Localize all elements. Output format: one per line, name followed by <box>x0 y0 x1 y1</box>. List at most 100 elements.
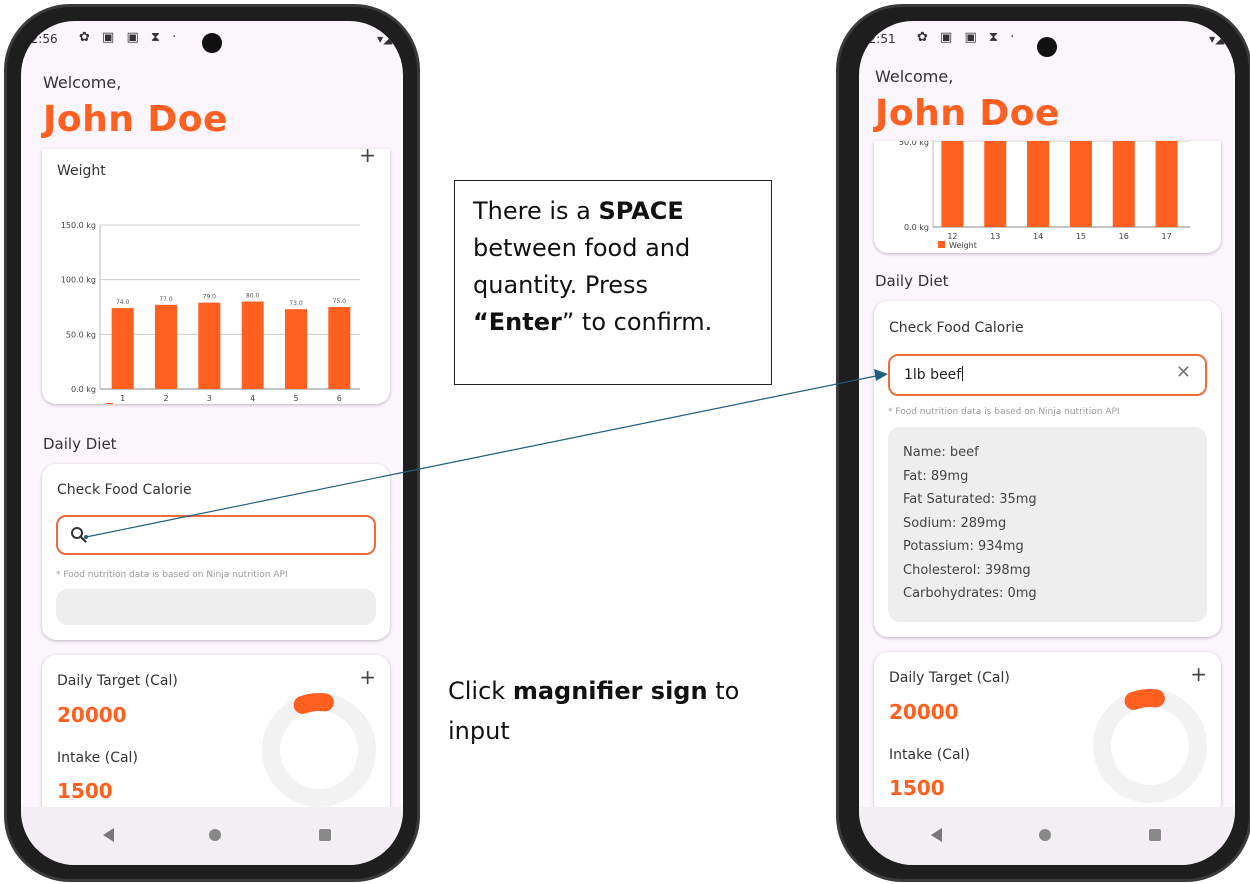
callout-bold-enter: Enter <box>488 308 562 336</box>
progress-ring-track <box>1093 689 1207 803</box>
food-search-input[interactable]: 1lb beef ✕ <box>888 354 1207 396</box>
intake-label: Intake (Cal) <box>889 747 970 763</box>
bar-value-label: 79.0 <box>203 294 217 301</box>
user-name: John Doe <box>875 93 1060 134</box>
y-tick-label: 50.0 kg <box>66 330 96 339</box>
weight-card: Weight + 150.0 kg 100.0 kg 50.0 kg 0.0 kg 74… <box>42 149 390 404</box>
right-phone-screen: 12:51 ✿ ▣ ▣ ⧗ · ▾◢▮ Welcome, John Doe 50… <box>859 21 1235 865</box>
daily-target-value: 20000 <box>889 700 959 724</box>
nutrition-result-box: Name: beef Fat: 89mg Fat Saturated: 35mg… <box>888 427 1207 622</box>
left-phone-screen: 12:56 ✿ ▣ ▣ ⧗ · ▾◢▮ Welcome, John Doe We… <box>21 21 403 865</box>
y-tick-label: 0.0 kg <box>904 223 929 232</box>
callout-quote-open: “ <box>473 308 489 336</box>
close-icon[interactable]: ✕ <box>1176 362 1191 383</box>
result-line: Fat Saturated: 35mg <box>903 492 1037 507</box>
home-icon[interactable] <box>209 829 221 841</box>
intake-value: 1500 <box>889 776 945 800</box>
search-icon[interactable] <box>70 526 88 544</box>
weight-chart: 50.0 kg 0.0 kg 12 13 14 15 16 17 Weight <box>899 141 1190 250</box>
weight-card: 50.0 kg 0.0 kg 12 13 14 15 16 17 Weight <box>874 141 1221 253</box>
x-tick-label: 14 <box>1033 232 1043 241</box>
home-icon[interactable] <box>1039 829 1051 841</box>
instruction-line: input <box>448 717 510 745</box>
daily-target-label: Daily Target (Cal) <box>889 670 1010 686</box>
notification-icons: ✿ ▣ ▣ ⧗ · <box>917 30 1019 45</box>
intake-value: 1500 <box>57 779 113 803</box>
callout-line: quantity. Press <box>473 271 649 299</box>
daily-target-value: 20000 <box>57 703 127 727</box>
callout-line: “Enter” to confirm. <box>473 304 771 341</box>
status-time: 12:56 <box>23 32 58 46</box>
intake-progress-ring <box>262 693 376 807</box>
bar-value-label: 74.0 <box>116 299 130 306</box>
x-tick-label: 6 <box>337 394 342 403</box>
navigation-bar <box>21 807 403 865</box>
back-icon[interactable] <box>103 828 114 842</box>
food-search-text: 1lb beef <box>904 367 962 383</box>
weight-bar <box>155 304 177 389</box>
daily-diet-heading: Daily Diet <box>43 435 117 453</box>
weight-chart: 150.0 kg 100.0 kg 50.0 kg 0.0 kg 74.0 1 77.0 2 7… <box>61 221 360 404</box>
status-time: 12:51 <box>861 32 896 46</box>
instruction-text: Click <box>448 677 513 705</box>
food-card-title: Check Food Calorie <box>57 482 192 498</box>
weight-bar <box>198 302 221 389</box>
y-tick-label: 0.0 kg <box>71 385 96 394</box>
welcome-text: Welcome, <box>43 73 122 92</box>
back-icon[interactable] <box>931 828 942 842</box>
daily-target-card: Daily Target (Cal) + 20000 Intake (Cal) … <box>42 655 390 820</box>
weight-bar <box>241 301 264 389</box>
food-calorie-card: Check Food Calorie * Food nutrition data… <box>42 464 390 640</box>
result-line: Potassium: 934mg <box>903 539 1024 554</box>
x-tick-label: 2 <box>163 394 168 403</box>
camera-cutout <box>202 33 222 53</box>
result-line: Sodium: 289mg <box>903 515 1007 531</box>
x-tick-label: 4 <box>250 394 255 403</box>
daily-target-card: Daily Target (Cal) + 20000 Intake (Cal) … <box>874 652 1221 817</box>
food-calorie-card: Check Food Calorie 1lb beef ✕ * Food nut… <box>874 301 1221 637</box>
weight-bar <box>941 141 964 227</box>
callout-bold-space: SPACE <box>598 197 684 225</box>
x-tick-label: 15 <box>1076 232 1086 241</box>
food-search-input[interactable] <box>56 515 376 555</box>
nutrition-result-box <box>56 589 376 625</box>
y-tick-label: 150.0 kg <box>61 221 96 230</box>
daily-target-label: Daily Target (Cal) <box>57 673 178 689</box>
weight-bar <box>1027 141 1050 227</box>
daily-diet-heading: Daily Diet <box>875 272 949 290</box>
recent-apps-icon[interactable] <box>319 829 331 841</box>
legend-swatch <box>938 241 945 248</box>
weight-bar <box>328 307 351 389</box>
recent-apps-icon[interactable] <box>1149 829 1161 841</box>
x-tick-label: 13 <box>990 232 1000 241</box>
x-tick-label: 5 <box>293 394 298 403</box>
welcome-text: Welcome, <box>875 67 954 86</box>
callout-line: There is a SPACE <box>473 193 771 230</box>
result-line: Fat: 89mg <box>903 468 969 484</box>
add-target-button[interactable]: + <box>359 667 376 687</box>
x-tick-label: 16 <box>1119 232 1129 241</box>
notification-icons: ✿ ▣ ▣ ⧗ · <box>79 30 181 45</box>
weight-bar <box>1069 141 1092 227</box>
add-target-button[interactable]: + <box>1190 664 1207 684</box>
bar-value-label: 77.0 <box>159 296 173 303</box>
navigation-bar <box>859 807 1235 865</box>
left-phone-frame: 12:56 ✿ ▣ ▣ ⧗ · ▾◢▮ Welcome, John Doe We… <box>4 4 420 882</box>
weight-bar <box>1155 141 1178 227</box>
bar-value-label: 80.0 <box>246 293 260 300</box>
legend-swatch <box>106 403 113 404</box>
bar-value-label: 75.0 <box>333 298 347 305</box>
result-line: Carbohydrates: 0mg <box>903 586 1037 601</box>
food-search-value: 1lb beef <box>904 366 964 383</box>
x-tick-label: 12 <box>947 232 957 241</box>
y-tick-label: 50.0 kg <box>899 141 929 147</box>
y-tick-label: 100.0 kg <box>61 276 96 285</box>
callout-text: ” to confirm. <box>561 308 713 336</box>
user-name: John Doe <box>43 99 228 140</box>
weight-bar <box>285 309 307 389</box>
instruction-bold: magnifier sign <box>512 677 708 705</box>
callout-line: between food and <box>473 234 691 262</box>
text-cursor <box>962 366 964 381</box>
bar-value-label: 73.0 <box>289 300 303 307</box>
legend-label: Weight <box>117 403 145 404</box>
